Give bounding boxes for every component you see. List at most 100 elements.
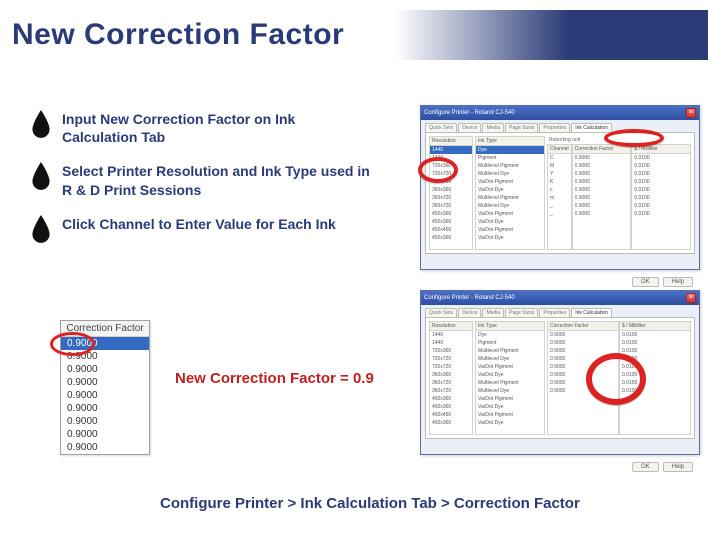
resolution-cell[interactable]: 360x360 bbox=[430, 371, 472, 379]
tab-device[interactable]: Device bbox=[458, 308, 481, 317]
close-icon[interactable]: × bbox=[686, 108, 696, 118]
resolution-cell[interactable]: 450x360 bbox=[430, 403, 472, 411]
inktype-cell[interactable]: VarDot Pigment bbox=[476, 395, 544, 403]
unit-cell[interactable]: 0.0100 bbox=[632, 186, 690, 194]
cf-cell[interactable]: 0.9000 bbox=[548, 339, 618, 347]
inktype-cell[interactable]: VarDot Dye bbox=[476, 371, 544, 379]
resolution-cell[interactable]: 720x360 bbox=[430, 347, 472, 355]
unit-cell[interactable]: 0.0100 bbox=[632, 210, 690, 218]
inktype-cell[interactable]: Multilevel Dye bbox=[476, 170, 544, 178]
tab-ink-calculation[interactable]: Ink Calculation bbox=[571, 308, 612, 317]
inktype-cell[interactable]: VarDot Pigment bbox=[476, 178, 544, 186]
inktype-cell[interactable]: Multilevel Pigment bbox=[476, 379, 544, 387]
channel-cell[interactable]: K bbox=[548, 178, 571, 186]
inktype-cell[interactable]: VarDot Pigment bbox=[476, 411, 544, 419]
resolution-cell[interactable]: 450x450 bbox=[430, 226, 472, 234]
cf-row[interactable]: 0.9000 bbox=[61, 415, 149, 428]
unit-cell[interactable]: 0.0100 bbox=[620, 339, 690, 347]
unit-cell[interactable]: 0.0100 bbox=[620, 331, 690, 339]
resolution-cell[interactable]: 450x360 bbox=[430, 234, 472, 242]
channel-cell[interactable]: C bbox=[548, 154, 571, 162]
resolution-cell[interactable]: 1440 bbox=[430, 339, 472, 347]
unit-cell[interactable]: 0.0100 bbox=[620, 347, 690, 355]
resolution-cell[interactable]: 450x360 bbox=[430, 210, 472, 218]
resolution-cell[interactable]: 360x720 bbox=[430, 202, 472, 210]
tab-media[interactable]: Media bbox=[482, 308, 504, 317]
tab-pagesizes[interactable]: Page Sizes bbox=[505, 308, 538, 317]
inktype-cell[interactable]: Multilevel Dye bbox=[476, 355, 544, 363]
channel-cell[interactable]: _ bbox=[548, 202, 571, 210]
resolution-cell[interactable]: 450x360 bbox=[430, 419, 472, 427]
unit-cell[interactable]: 0.0100 bbox=[632, 162, 690, 170]
cf-cell[interactable]: 0.9000 bbox=[573, 178, 631, 186]
inktype-cell[interactable]: VarDot Pigment bbox=[476, 363, 544, 371]
help-button[interactable]: Help bbox=[663, 462, 693, 472]
unit-cell[interactable]: 0.0100 bbox=[632, 194, 690, 202]
inktype-cell[interactable]: VarDot Pigment bbox=[476, 226, 544, 234]
cf-row[interactable]: 0.9000 bbox=[61, 363, 149, 376]
ok-button[interactable]: OK bbox=[632, 277, 659, 287]
cf-row[interactable]: 0.9000 bbox=[61, 389, 149, 402]
channel-cell[interactable]: M bbox=[548, 162, 571, 170]
cf-cell[interactable]: 0.9000 bbox=[573, 186, 631, 194]
cf-cell[interactable]: 0.9000 bbox=[573, 202, 631, 210]
resolution-cell[interactable]: 360x720 bbox=[430, 379, 472, 387]
resolution-cell[interactable]: 450x360 bbox=[430, 218, 472, 226]
inktype-cell[interactable]: VarDot Pigment bbox=[476, 210, 544, 218]
inktype-cell[interactable]: Multilevel Pigment bbox=[476, 194, 544, 202]
resolution-cell[interactable]: 720x720 bbox=[430, 363, 472, 371]
channel-cell[interactable]: Y bbox=[548, 170, 571, 178]
unit-cell[interactable]: 0.0100 bbox=[632, 202, 690, 210]
unit-cell[interactable]: 0.0100 bbox=[632, 170, 690, 178]
resolution-cell[interactable]: 1440 bbox=[430, 331, 472, 339]
ink-drop-icon bbox=[30, 162, 52, 192]
cf-cell[interactable]: 0.9000 bbox=[573, 210, 631, 218]
inktype-cell[interactable]: VarDot Dye bbox=[476, 419, 544, 427]
resolution-cell[interactable]: 720x720 bbox=[430, 355, 472, 363]
cf-row[interactable]: 0.9000 bbox=[61, 402, 149, 415]
cf-cell[interactable]: 0.9000 bbox=[548, 331, 618, 339]
channel-cell[interactable]: _ bbox=[548, 210, 571, 218]
tab-properties[interactable]: Properties bbox=[539, 123, 570, 132]
cf-cell[interactable]: 0.9000 bbox=[573, 170, 631, 178]
resolution-cell[interactable]: 360x720 bbox=[430, 387, 472, 395]
cf-row[interactable]: 0.9000 bbox=[61, 376, 149, 389]
cf-row[interactable]: 0.9000 bbox=[61, 428, 149, 441]
inktype-cell[interactable]: Multilevel Pigment bbox=[476, 347, 544, 355]
tab-pagesizes[interactable]: Page Sizes bbox=[505, 123, 538, 132]
resolution-cell[interactable]: 360x360 bbox=[430, 186, 472, 194]
inktype-cell[interactable]: VarDot Dye bbox=[476, 234, 544, 242]
channel-cell[interactable]: c bbox=[548, 186, 571, 194]
inktype-cell[interactable]: VarDot Dye bbox=[476, 218, 544, 226]
resolution-cell[interactable]: 1440 bbox=[430, 146, 472, 154]
ok-button[interactable]: OK bbox=[632, 462, 659, 472]
tab-properties[interactable]: Properties bbox=[539, 308, 570, 317]
cf-row[interactable]: 0.9000 bbox=[61, 441, 149, 454]
cf-cell[interactable]: 0.9000 bbox=[573, 162, 631, 170]
inktype-cell[interactable]: Dye bbox=[476, 331, 544, 339]
inktype-cell[interactable]: VarDot Dye bbox=[476, 186, 544, 194]
unit-header: $ / Milliliter bbox=[620, 322, 690, 331]
help-button[interactable]: Help bbox=[663, 277, 693, 287]
tab-media[interactable]: Media bbox=[482, 123, 504, 132]
tab-quicksets[interactable]: Quick Sets bbox=[425, 308, 457, 317]
inktype-cell[interactable]: Dye bbox=[476, 146, 544, 154]
resolution-cell[interactable]: 450x360 bbox=[430, 395, 472, 403]
resolution-cell[interactable]: 450x450 bbox=[430, 411, 472, 419]
inktype-cell[interactable]: Pigment bbox=[476, 154, 544, 162]
unit-cell[interactable]: 0.0100 bbox=[632, 178, 690, 186]
close-icon[interactable]: × bbox=[686, 293, 696, 303]
inktype-cell[interactable]: Multilevel Dye bbox=[476, 202, 544, 210]
inktype-cell[interactable]: Multilevel Pigment bbox=[476, 162, 544, 170]
inktype-cell[interactable]: Multilevel Dye bbox=[476, 387, 544, 395]
cf-cell[interactable]: 0.9000 bbox=[573, 154, 631, 162]
tab-ink-calculation[interactable]: Ink Calculation bbox=[571, 123, 612, 132]
cf-cell[interactable]: 0.9000 bbox=[573, 194, 631, 202]
tab-device[interactable]: Device bbox=[458, 123, 481, 132]
channel-cell[interactable]: m bbox=[548, 194, 571, 202]
unit-cell[interactable]: 0.0100 bbox=[632, 154, 690, 162]
resolution-cell[interactable]: 360x720 bbox=[430, 194, 472, 202]
inktype-cell[interactable]: VarDot Dye bbox=[476, 403, 544, 411]
inktype-cell[interactable]: Pigment bbox=[476, 339, 544, 347]
tab-quicksets[interactable]: Quick Sets bbox=[425, 123, 457, 132]
